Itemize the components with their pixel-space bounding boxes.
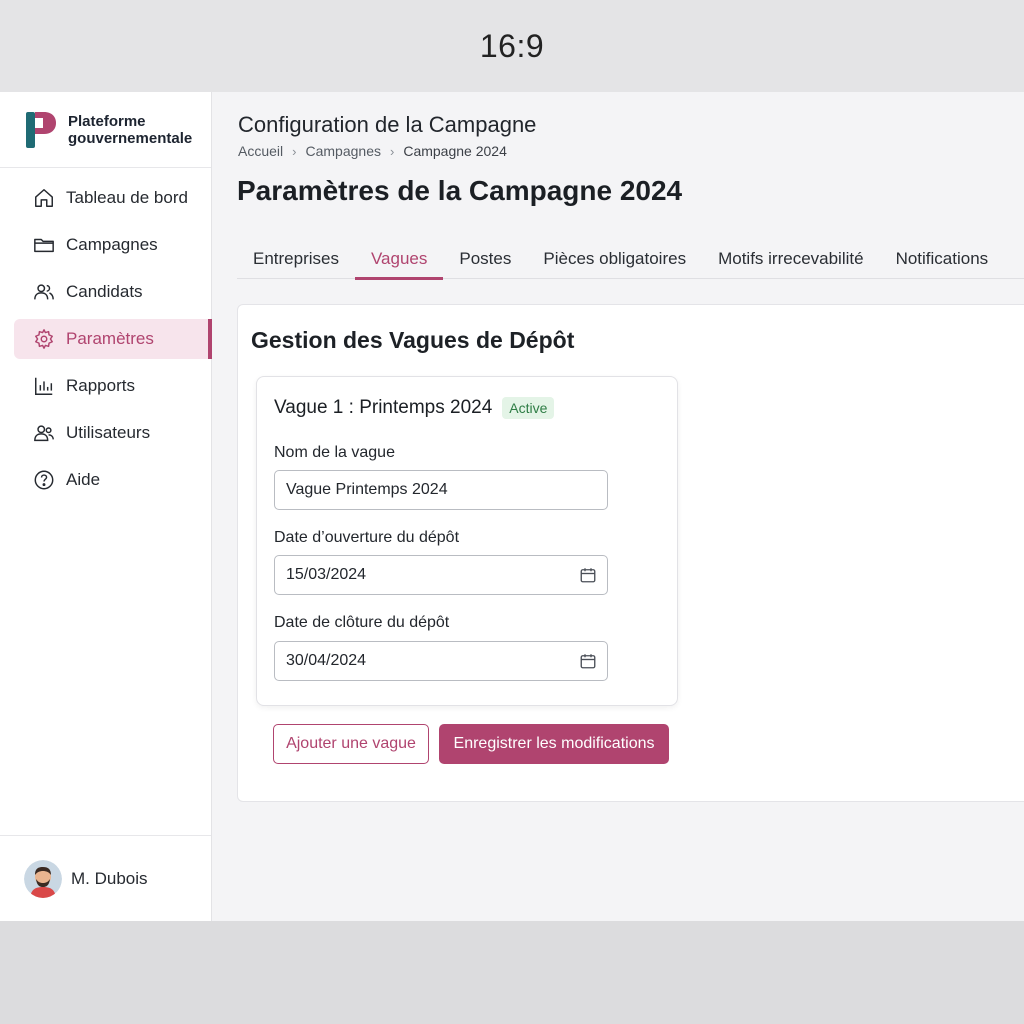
app-window: Plateforme gouvernementale Tableau de bo… xyxy=(0,92,1024,921)
breadcrumb: Accueil › Campagnes › Campagne 2024 xyxy=(238,143,507,159)
sidebar-item-label: Campagnes xyxy=(66,235,158,254)
status-badge: Active xyxy=(502,397,555,419)
tab-bar: Entreprises Vagues Postes Pièces obligat… xyxy=(237,238,1024,280)
aspect-ratio-label: 16:9 xyxy=(479,27,545,64)
brand[interactable]: Plateforme gouvernementale xyxy=(0,92,211,168)
close-date-value: 30/04/2024 xyxy=(286,652,367,669)
folder-icon xyxy=(33,234,55,256)
help-icon xyxy=(33,469,55,491)
page-header-title: Configuration de la Campagne xyxy=(238,112,537,137)
wave-name-input[interactable]: Vague Printemps 2024 xyxy=(274,470,608,510)
tab-motifs-irrecevabilite[interactable]: Motifs irrecevabilité xyxy=(702,238,880,279)
tab-notifications[interactable]: Notifications xyxy=(880,238,1005,279)
sidebar-nav: Tableau de bord Campagnes Candidats Para… xyxy=(0,168,212,500)
tab-pieces-obligatoires[interactable]: Pièces obligatoires xyxy=(527,238,702,279)
wave-card: Vague 1 : Printemps 2024 Active Nom de l… xyxy=(256,376,678,706)
sidebar-item-parametres[interactable]: Paramètres xyxy=(14,319,212,359)
close-date-input[interactable]: 30/04/2024 xyxy=(274,641,608,681)
page-title: Paramètres de la Campagne 2024 xyxy=(237,175,683,206)
calendar-icon[interactable] xyxy=(579,566,597,584)
main-content: Configuration de la Campagne Accueil › C… xyxy=(212,92,1024,921)
sidebar: Plateforme gouvernementale Tableau de bo… xyxy=(0,92,212,921)
home-icon xyxy=(33,187,55,209)
users-icon xyxy=(33,281,55,303)
brand-logo-icon xyxy=(26,111,56,148)
open-date-input[interactable]: 15/03/2024 xyxy=(274,555,608,595)
sidebar-item-campagnes[interactable]: Campagnes xyxy=(14,225,212,265)
chevron-right-icon: › xyxy=(292,143,297,159)
breadcrumb-item[interactable]: Accueil xyxy=(238,143,283,159)
sidebar-item-label: Tableau de bord xyxy=(66,188,188,207)
device-frame-bottom xyxy=(0,921,1024,1024)
open-date-label: Date d’ouverture du dépôt xyxy=(274,529,460,546)
breadcrumb-item[interactable]: Campagnes xyxy=(305,143,381,159)
breadcrumb-current: Campagne 2024 xyxy=(403,143,507,159)
wave-card-header: Vague 1 : Printemps 2024 Active xyxy=(274,397,555,419)
brand-name: Plateforme gouvernementale xyxy=(68,112,193,147)
close-date-label: Date de clôture du dépôt xyxy=(274,614,450,631)
calendar-icon[interactable] xyxy=(579,652,597,670)
wave-title: Vague 1 : Printemps 2024 xyxy=(274,397,493,418)
device-frame-top: 16:9 xyxy=(0,0,1024,92)
user-group-icon xyxy=(33,422,55,444)
add-wave-button[interactable]: Ajouter une vague xyxy=(273,724,429,764)
wave-name-value: Vague Printemps 2024 xyxy=(286,481,448,498)
save-changes-button[interactable]: Enregistrer les modifications xyxy=(439,724,669,764)
open-date-value: 15/03/2024 xyxy=(286,566,367,583)
sidebar-item-label: Utilisateurs xyxy=(66,423,151,442)
tab-postes[interactable]: Postes xyxy=(443,238,527,279)
avatar xyxy=(24,859,62,898)
sidebar-item-rapports[interactable]: Rapports xyxy=(14,366,212,406)
panel-title: Gestion des Vagues de Dépôt xyxy=(251,327,575,353)
user-name: M. Dubois xyxy=(71,868,148,888)
sidebar-item-aide[interactable]: Aide xyxy=(14,460,212,500)
sidebar-item-tableau-de-bord[interactable]: Tableau de bord xyxy=(14,178,212,218)
tab-entreprises[interactable]: Entreprises xyxy=(237,238,355,279)
tab-vagues[interactable]: Vagues xyxy=(354,238,444,280)
sidebar-item-utilisateurs[interactable]: Utilisateurs xyxy=(14,413,212,453)
sidebar-item-label: Paramètres xyxy=(66,329,154,348)
sidebar-item-candidats[interactable]: Candidats xyxy=(14,272,212,312)
gear-icon xyxy=(33,328,55,350)
waves-panel: Gestion des Vagues de Dépôt Vague 1 : Pr… xyxy=(237,304,1024,802)
sidebar-item-label: Aide xyxy=(66,470,101,489)
sidebar-item-label: Candidats xyxy=(66,282,143,301)
sidebar-item-label: Rapports xyxy=(66,376,135,395)
user-profile[interactable]: M. Dubois xyxy=(0,835,211,921)
bar-chart-icon xyxy=(33,375,55,397)
chevron-right-icon: › xyxy=(389,143,395,159)
wave-name-label: Nom de la vague xyxy=(274,444,395,461)
